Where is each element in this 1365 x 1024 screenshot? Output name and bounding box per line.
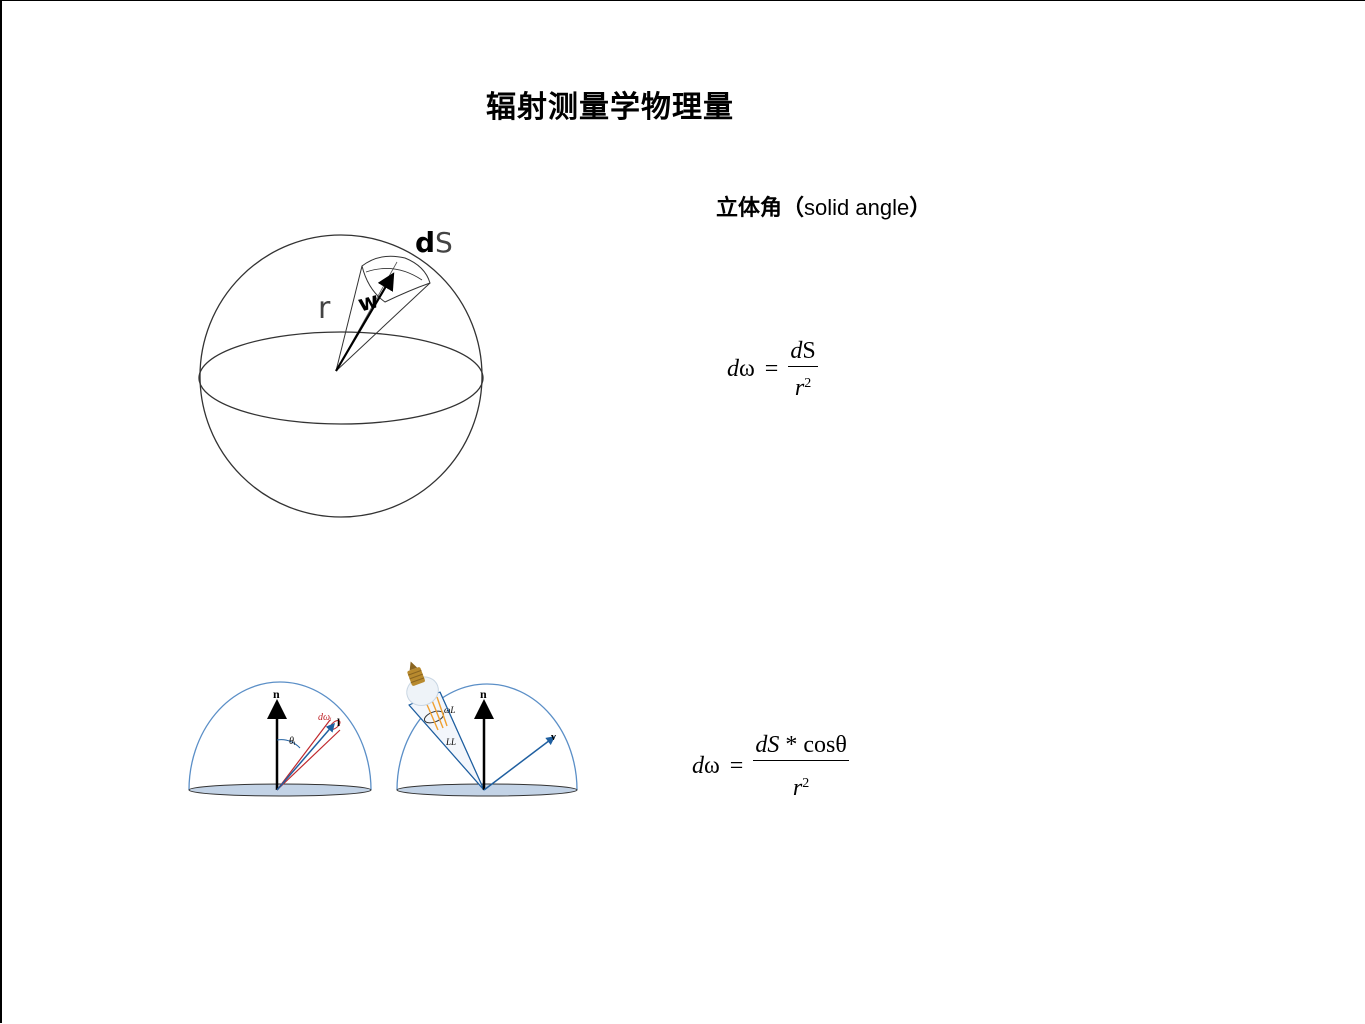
sphere-equator xyxy=(198,331,484,425)
red-cone-edge-1 xyxy=(276,719,331,791)
sphere-outline xyxy=(199,234,483,518)
blue-light-vector xyxy=(276,722,335,791)
label-S: S xyxy=(435,226,453,259)
domega-label: dωᵢ xyxy=(318,712,332,723)
theta-label: θᵢ xyxy=(289,736,296,747)
L-label: LL xyxy=(445,737,456,747)
hemisphere-right-base xyxy=(396,783,578,797)
v-label: v xyxy=(551,732,556,743)
cone-edge-left xyxy=(335,265,363,372)
l-label: l xyxy=(337,717,340,729)
label-w: w xyxy=(355,288,381,317)
hemisphere-right: ωL LL n v xyxy=(396,661,578,797)
normal-right-label: n xyxy=(480,687,487,701)
red-cone-edge-2 xyxy=(276,729,341,791)
label-d: d xyxy=(415,226,435,259)
hemisphere-left: n θᵢ dωᵢ l xyxy=(188,681,372,797)
hemisphere-left-dome xyxy=(188,681,372,791)
diagram-canvas: r w d S n θᵢ dωᵢ l ωL LL n v xyxy=(188,226,578,797)
omega-l-label: ωL xyxy=(444,705,455,715)
view-vector xyxy=(483,736,556,791)
ds-patch-inner xyxy=(365,268,423,281)
normal-left-label: n xyxy=(273,687,280,701)
sphere-diagram: r w d S xyxy=(198,226,484,518)
label-r: r xyxy=(318,291,331,326)
cone-edge-right xyxy=(335,282,431,372)
